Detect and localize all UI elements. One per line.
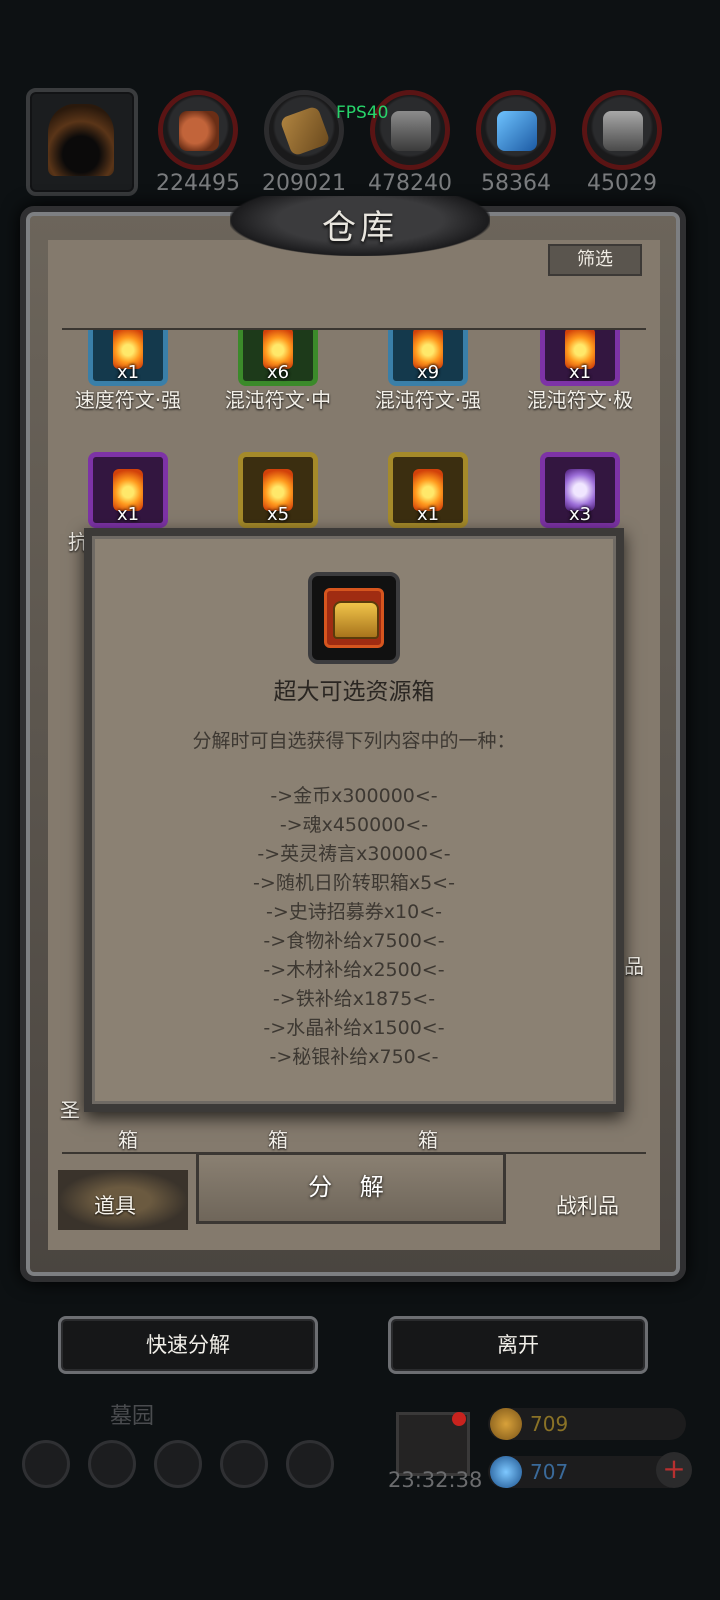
popup-description: 分解时可自选获得下列内容中的一种：: [192, 730, 516, 752]
item-quantity: x1: [568, 362, 592, 383]
hooded-figure-icon: [48, 104, 114, 176]
reward-list: ->金币x300000<- ->魂x450000<- ->英灵祷言x30000<…: [84, 782, 624, 1072]
add-currency-button[interactable]: +: [656, 1452, 692, 1488]
item-slot[interactable]: x3: [540, 452, 620, 528]
hero-icon[interactable]: [88, 1440, 136, 1488]
item-quantity: x5: [266, 504, 290, 525]
gold-coin-icon: [490, 1408, 522, 1440]
clock: 23:32:38: [388, 1468, 483, 1492]
divider: [62, 328, 646, 330]
wood-icon: [279, 105, 331, 157]
item-quantity: x3: [568, 504, 592, 525]
mithril-resource[interactable]: [582, 90, 662, 170]
reward-option: ->食物补给x7500<-: [263, 930, 445, 952]
leave-button[interactable]: 离开: [388, 1316, 648, 1374]
quick-decompose-button[interactable]: 快速分解: [58, 1316, 318, 1374]
item-label-partial: 圣: [60, 1098, 80, 1122]
gem-icon: [490, 1456, 522, 1488]
reward-option: ->史诗招募券x10<-: [266, 901, 442, 923]
reward-option: ->金币x300000<-: [270, 785, 438, 807]
treasure-chest-icon: [333, 601, 379, 639]
item-quantity: x1: [416, 504, 440, 525]
reward-option: ->英灵祷言x30000<-: [257, 843, 451, 865]
scroll-clip: [62, 300, 646, 328]
wood-resource[interactable]: [264, 90, 344, 170]
gem-amount: 707: [530, 1460, 569, 1484]
reward-option: ->铁补给x1875<-: [272, 988, 436, 1010]
tab-loot[interactable]: 战利品: [556, 1190, 619, 1220]
popup-title: 超大可选资源箱: [273, 679, 435, 705]
iron-resource[interactable]: [370, 90, 450, 170]
crystal-resource[interactable]: [476, 90, 556, 170]
meat-count: 224495: [156, 171, 240, 196]
item-label-partial: 品: [624, 954, 644, 978]
decompose-button[interactable]: 分 解: [196, 1152, 506, 1224]
item-label: 箱: [418, 1128, 438, 1152]
mail-icon[interactable]: [220, 1440, 268, 1488]
item-label: 混沌符文·极: [526, 388, 634, 412]
crystal-icon: [497, 111, 537, 151]
item-slot[interactable]: x5: [238, 452, 318, 528]
item-slot[interactable]: x1: [88, 452, 168, 528]
gate-icon[interactable]: [154, 1440, 202, 1488]
item-label: 速度符文·强: [74, 388, 182, 412]
reward-option: ->随机日阶转职箱x5<-: [253, 872, 455, 894]
item-label: 箱: [118, 1128, 138, 1152]
reward-option: ->秘银补给x750<-: [269, 1046, 439, 1068]
meat-resource[interactable]: [158, 90, 238, 170]
reward-option: ->木材补给x2500<-: [263, 959, 445, 981]
item-slot[interactable]: x1: [388, 452, 468, 528]
crystal-count: 58364: [481, 171, 551, 196]
fps-counter: FPS40: [336, 103, 389, 123]
mithril-icon: [603, 111, 643, 151]
warehouse-title: 仓库: [322, 208, 398, 248]
popup-item-bg: [324, 588, 384, 648]
item-quantity: x1: [116, 362, 140, 383]
filter-button[interactable]: 筛选: [548, 244, 642, 276]
settings-icon[interactable]: [22, 1440, 70, 1488]
item-quantity: x1: [116, 504, 140, 525]
location-label: 墓园: [110, 1404, 155, 1429]
mithril-count: 45029: [587, 171, 657, 196]
item-label: 混沌符文·中: [224, 388, 332, 412]
shop-icon[interactable]: [286, 1440, 334, 1488]
gold-amount: 709: [530, 1412, 569, 1436]
item-label: 箱: [268, 1128, 288, 1152]
meat-icon: [179, 111, 219, 151]
item-label: 混沌符文·强: [374, 388, 482, 412]
wood-count: 209021: [262, 171, 346, 196]
reward-option: ->魂x450000<-: [279, 814, 429, 836]
item-quantity: x9: [416, 362, 440, 383]
item-quantity: x6: [266, 362, 290, 383]
popup-item-frame: [308, 572, 400, 664]
tab-items[interactable]: 道具: [94, 1190, 136, 1220]
player-avatar[interactable]: [26, 88, 138, 196]
reward-option: ->水晶补给x1500<-: [263, 1017, 445, 1039]
iron-count: 478240: [368, 171, 452, 196]
notification-dot: [452, 1412, 466, 1426]
iron-icon: [391, 111, 431, 151]
